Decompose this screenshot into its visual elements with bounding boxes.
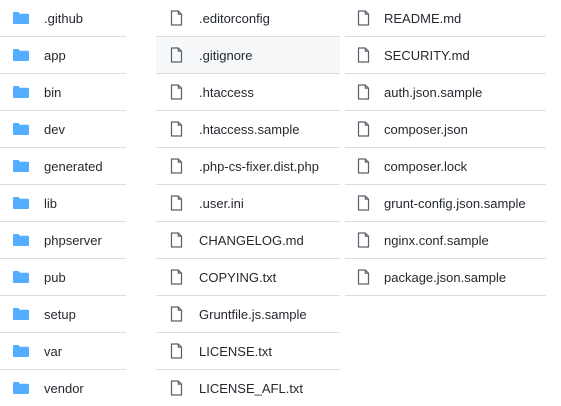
file-item[interactable]: composer.lock: [345, 148, 546, 185]
folder-icon: [12, 307, 30, 321]
file-icon: [170, 306, 183, 322]
folder-item[interactable]: generated: [0, 148, 126, 185]
file-icon: [170, 269, 183, 285]
folder-icon: [12, 381, 30, 395]
folder-item[interactable]: pub: [0, 259, 126, 296]
file-icon: [357, 158, 370, 174]
folder-item[interactable]: lib: [0, 185, 126, 222]
file-name[interactable]: package.json.sample: [384, 271, 506, 284]
file-name[interactable]: .user.ini: [199, 197, 244, 210]
file-icon: [170, 195, 183, 211]
file-icon: [170, 380, 183, 396]
folder-item[interactable]: setup: [0, 296, 126, 333]
folder-name[interactable]: app: [44, 49, 66, 62]
file-item[interactable]: .user.ini: [156, 185, 340, 222]
file-name[interactable]: LICENSE.txt: [199, 345, 272, 358]
file-name[interactable]: .htaccess: [199, 86, 254, 99]
folder-icon: [12, 11, 30, 25]
folder-icon: [12, 270, 30, 284]
file-name[interactable]: auth.json.sample: [384, 86, 482, 99]
folder-icon: [12, 48, 30, 62]
folder-icon: [12, 122, 30, 136]
file-item[interactable]: .htaccess.sample: [156, 111, 340, 148]
file-icon: [170, 84, 183, 100]
file-icon: [357, 269, 370, 285]
folder-item[interactable]: phpserver: [0, 222, 126, 259]
file-name[interactable]: README.md: [384, 12, 461, 25]
file-name[interactable]: composer.lock: [384, 160, 467, 173]
file-name[interactable]: .gitignore: [199, 49, 252, 62]
file-item[interactable]: .htaccess: [156, 74, 340, 111]
folder-item[interactable]: var: [0, 333, 126, 370]
file-name[interactable]: .htaccess.sample: [199, 123, 299, 136]
file-name[interactable]: COPYING.txt: [199, 271, 276, 284]
file-icon: [357, 10, 370, 26]
file-name[interactable]: grunt-config.json.sample: [384, 197, 526, 210]
folder-icon: [12, 344, 30, 358]
file-name[interactable]: composer.json: [384, 123, 468, 136]
folder-name[interactable]: pub: [44, 271, 66, 284]
file-item[interactable]: .gitignore: [156, 37, 340, 74]
file-item[interactable]: composer.json: [345, 111, 546, 148]
folder-name[interactable]: .github: [44, 12, 83, 25]
file-icon: [170, 10, 183, 26]
file-icon: [170, 158, 183, 174]
file-item[interactable]: .editorconfig: [156, 0, 340, 37]
file-name[interactable]: SECURITY.md: [384, 49, 470, 62]
folder-name[interactable]: vendor: [44, 382, 84, 395]
file-name[interactable]: LICENSE_AFL.txt: [199, 382, 303, 395]
file-item[interactable]: CHANGELOG.md: [156, 222, 340, 259]
file-icon: [357, 121, 370, 137]
file-item[interactable]: nginx.conf.sample: [345, 222, 546, 259]
file-list-column-2: .editorconfig .gitignore .htaccess .htacces…: [156, 0, 340, 406]
folder-icon: [12, 159, 30, 173]
file-name[interactable]: nginx.conf.sample: [384, 234, 489, 247]
folder-icon: [12, 196, 30, 210]
folder-name[interactable]: var: [44, 345, 62, 358]
folder-name[interactable]: dev: [44, 123, 65, 136]
file-item[interactable]: .php-cs-fixer.dist.php: [156, 148, 340, 185]
file-item[interactable]: grunt-config.json.sample: [345, 185, 546, 222]
file-item[interactable]: COPYING.txt: [156, 259, 340, 296]
folder-icon: [12, 85, 30, 99]
folder-name[interactable]: bin: [44, 86, 61, 99]
file-icon: [170, 343, 183, 359]
folder-name[interactable]: phpserver: [44, 234, 102, 247]
file-name[interactable]: .editorconfig: [199, 12, 270, 25]
file-list-column-3: README.md SECURITY.md auth.json.sample comp…: [345, 0, 546, 296]
file-name[interactable]: .php-cs-fixer.dist.php: [199, 160, 319, 173]
file-item[interactable]: LICENSE_AFL.txt: [156, 370, 340, 406]
folder-name[interactable]: setup: [44, 308, 76, 321]
folder-name[interactable]: generated: [44, 160, 103, 173]
file-item[interactable]: LICENSE.txt: [156, 333, 340, 370]
folder-item[interactable]: .github: [0, 0, 126, 37]
file-icon: [170, 232, 183, 248]
file-icon: [170, 121, 183, 137]
folder-icon: [12, 233, 30, 247]
folder-item[interactable]: app: [0, 37, 126, 74]
folder-list: .github app bin dev generated lib phpserver pub…: [0, 0, 126, 406]
file-icon: [357, 47, 370, 63]
file-item[interactable]: Gruntfile.js.sample: [156, 296, 340, 333]
file-icon: [357, 84, 370, 100]
folder-name[interactable]: lib: [44, 197, 57, 210]
file-name[interactable]: CHANGELOG.md: [199, 234, 304, 247]
folder-item[interactable]: vendor: [0, 370, 126, 406]
file-item[interactable]: package.json.sample: [345, 259, 546, 296]
file-item[interactable]: auth.json.sample: [345, 74, 546, 111]
folder-item[interactable]: dev: [0, 111, 126, 148]
file-name[interactable]: Gruntfile.js.sample: [199, 308, 307, 321]
file-icon: [357, 232, 370, 248]
folder-item[interactable]: bin: [0, 74, 126, 111]
file-item[interactable]: SECURITY.md: [345, 37, 546, 74]
file-item[interactable]: README.md: [345, 0, 546, 37]
file-icon: [357, 195, 370, 211]
file-icon: [170, 47, 183, 63]
